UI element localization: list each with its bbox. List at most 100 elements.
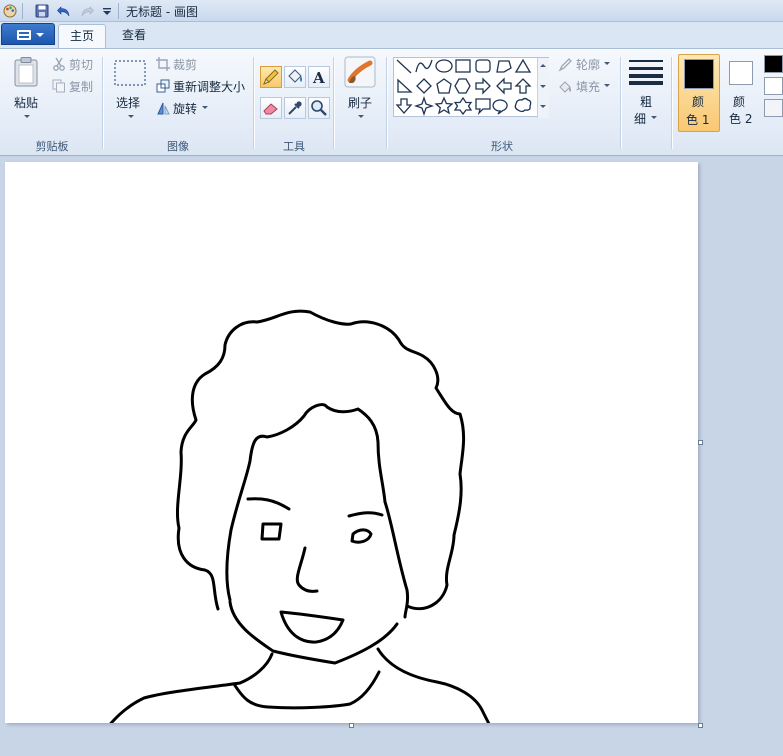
select-dropdown-arrow[interactable] <box>128 115 134 118</box>
title-bar: 无标题 - 画图 <box>0 0 783 22</box>
magnifier-tool[interactable] <box>308 97 330 119</box>
diamond-shape[interactable] <box>416 78 432 94</box>
right-arrow-shape[interactable] <box>475 77 491 95</box>
outline-button[interactable]: 轮廓 <box>576 56 600 73</box>
ribbon-tab-row: 主页 查看 <box>0 22 783 48</box>
save-icon[interactable] <box>34 3 50 19</box>
oval-shape[interactable] <box>435 59 453 73</box>
outline-icon <box>558 58 572 72</box>
resize-button[interactable]: 重新调整大小 <box>173 78 245 95</box>
shapes-scrollbar[interactable] <box>537 58 549 118</box>
size-label-line2[interactable]: 细 <box>634 110 646 127</box>
eyedropper-icon <box>288 101 302 115</box>
color-picker-tool[interactable] <box>284 97 306 119</box>
palette-color-black[interactable] <box>764 55 783 73</box>
color1-label-line2: 色 1 <box>686 113 710 127</box>
size-label-line1[interactable]: 粗 <box>640 93 652 110</box>
triangle-shape[interactable] <box>514 58 532 73</box>
color1-swatch <box>684 59 714 89</box>
copy-button[interactable]: 复制 <box>69 78 93 95</box>
rectangular-callout-shape[interactable] <box>475 98 491 116</box>
shapes-group-label: 形状 <box>491 140 513 153</box>
brush-icon[interactable] <box>344 56 376 88</box>
pentagon-shape[interactable] <box>436 78 452 94</box>
resize-icon <box>156 79 170 93</box>
paint-bucket-icon <box>288 69 302 83</box>
palette-color-white[interactable] <box>764 77 783 95</box>
select-icon[interactable] <box>114 60 146 86</box>
app-menu-button[interactable] <box>1 23 55 45</box>
pencil-icon <box>263 69 279 85</box>
clipboard-group-label: 剪贴板 <box>35 140 69 153</box>
outline-dropdown-arrow[interactable] <box>604 62 610 65</box>
scroll-up-arrow[interactable] <box>540 64 546 67</box>
polygon-shape[interactable] <box>496 60 512 73</box>
tab-view[interactable]: 查看 <box>110 24 158 48</box>
line-width-icon[interactable] <box>629 59 663 85</box>
crop-button[interactable]: 裁剪 <box>173 56 197 73</box>
eraser-tool[interactable] <box>260 97 282 119</box>
tab-home[interactable]: 主页 <box>58 24 106 48</box>
color1-label-line1: 颜 <box>692 95 705 109</box>
down-arrow-shape[interactable] <box>395 98 413 114</box>
drawing-canvas[interactable] <box>5 162 698 723</box>
color2-label-line1: 颜 <box>733 95 746 109</box>
color2-label-line2: 色 2 <box>729 112 753 126</box>
rectangle-shape[interactable] <box>455 59 471 73</box>
redo-icon[interactable] <box>79 3 95 19</box>
fill-icon <box>559 81 571 93</box>
ribbon: 粘贴 剪切 复制 剪贴板 选择 裁剪 重新调整大小 旋转 图像 A 工具 刷子 … <box>0 48 783 156</box>
hexagon-shape[interactable] <box>454 78 471 94</box>
paste-dropdown-arrow[interactable] <box>24 115 30 118</box>
svg-text:A: A <box>312 69 325 87</box>
shapes-gallery <box>393 57 549 118</box>
fill-button[interactable]: 填充 <box>576 78 600 95</box>
undo-icon[interactable] <box>56 3 72 19</box>
fill-tool[interactable] <box>284 66 306 88</box>
fill-dropdown-arrow[interactable] <box>604 84 610 87</box>
five-point-star-shape[interactable] <box>434 96 454 115</box>
brushes-dropdown-arrow[interactable] <box>358 115 364 118</box>
magnifier-icon <box>311 100 327 116</box>
cut-icon <box>53 57 65 71</box>
size-dropdown-arrow[interactable] <box>651 116 657 119</box>
paste-button[interactable]: 粘贴 <box>14 94 38 111</box>
left-arrow-shape[interactable] <box>496 77 512 95</box>
curve-shape[interactable] <box>415 59 433 73</box>
scroll-down-arrow[interactable] <box>540 85 546 88</box>
menu-icon <box>17 30 31 40</box>
face-drawing <box>109 309 491 723</box>
right-triangle-shape[interactable] <box>397 78 413 93</box>
resize-handle-corner[interactable] <box>698 723 703 728</box>
copy-icon <box>52 79 65 93</box>
canvas-workspace <box>0 157 783 756</box>
brushes-button[interactable]: 刷子 <box>348 94 372 111</box>
rounded-rectangle-shape[interactable] <box>475 59 491 73</box>
palette-color-blank[interactable] <box>764 99 783 117</box>
cut-button[interactable]: 剪切 <box>69 56 93 73</box>
window-title: 无标题 - 画图 <box>126 5 198 19</box>
crop-icon <box>156 57 170 71</box>
six-point-star-shape[interactable] <box>453 96 473 116</box>
resize-handle-bottom[interactable] <box>349 723 354 728</box>
four-point-star-shape[interactable] <box>413 95 435 116</box>
oval-callout-shape[interactable] <box>492 99 508 115</box>
eraser-icon <box>263 103 278 115</box>
resize-handle-right[interactable] <box>698 440 703 445</box>
color1-button[interactable]: 颜 色 1 <box>678 54 720 132</box>
paint-app-icon[interactable] <box>2 3 18 19</box>
line-shape[interactable] <box>396 59 412 74</box>
gallery-expand-arrow[interactable] <box>540 105 546 108</box>
chevron-down-icon <box>36 33 44 37</box>
rotate-button[interactable]: 旋转 <box>173 100 197 117</box>
paste-icon[interactable] <box>13 56 41 88</box>
cloud-callout-shape[interactable] <box>514 97 532 113</box>
customize-toolbar-icon[interactable] <box>99 3 115 19</box>
select-button[interactable]: 选择 <box>116 94 140 111</box>
pencil-tool[interactable] <box>260 66 282 88</box>
tools-group-label: 工具 <box>283 140 305 153</box>
image-group-label: 图像 <box>167 140 189 153</box>
rotate-dropdown-arrow[interactable] <box>202 106 208 109</box>
up-arrow-shape[interactable] <box>514 78 532 94</box>
text-tool[interactable]: A <box>308 66 330 88</box>
